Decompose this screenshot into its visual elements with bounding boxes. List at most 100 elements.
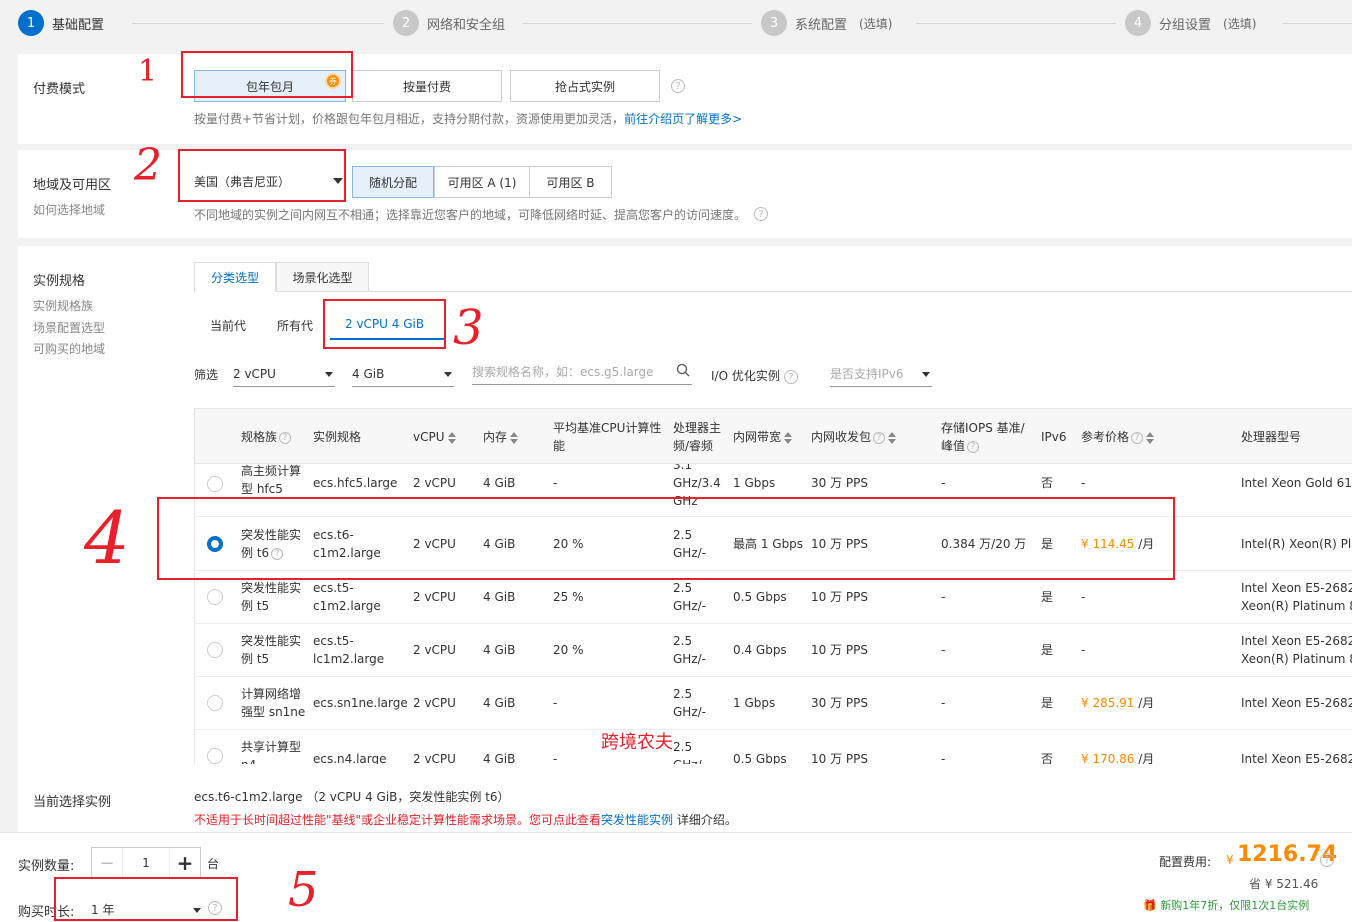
sort-icon[interactable] [784,431,793,444]
table-row[interactable]: 突发性能实例 t5 ecs.t5-lc1m2.large 2 vCPU 4 Gi… [195,624,1352,677]
table-row[interactable]: 突发性能实例 t6? ecs.t6-c1m2.large 2 vCPU 4 Gi… [195,518,1352,571]
billing-option-payg[interactable]: 按量付费 [352,70,502,102]
row-radio[interactable] [207,589,223,605]
ipv6-select[interactable]: 是否支持IPv6 [830,361,932,387]
spec-link-regions[interactable]: 可购买的地域 [33,340,105,357]
step-divider [916,23,1116,24]
tab-category[interactable]: 分类选型 [194,262,276,292]
help-icon[interactable]: ? [967,440,980,453]
duration-select[interactable]: 1 年 [91,897,203,922]
tab-scenario[interactable]: 场景化选型 [276,262,369,292]
quantity-stepper[interactable]: − 1 + [91,847,201,879]
step-system[interactable]: 3 系统配置 (选填) [761,10,892,36]
cell-price: ¥ 170.86 /月 [1081,750,1154,764]
cell-price: ¥ 285.91 /月 [1081,694,1154,712]
warning-link[interactable]: 突发性能实例 [601,813,673,827]
cell-family: 突发性能实例 t5 [241,581,302,613]
cpu-line: Xeon(R) Platinum 826 [1241,599,1352,613]
help-icon[interactable]: ? [1320,853,1334,867]
region-value: 美国（弗吉尼亚） [194,174,291,189]
step-divider [1282,23,1352,24]
chevron-down-icon [333,178,343,184]
minus-icon[interactable]: − [92,853,122,874]
cell-baseline: 20 % [553,643,584,657]
billing-option-subscription[interactable]: 包年包月 [194,70,346,102]
option-label: 按量付费 [402,79,451,94]
save-amount: 省 ¥ 521.46 [1249,877,1319,891]
subtab-current-gen[interactable]: 当前代 [210,317,246,334]
spec-search-input[interactable]: 搜索规格名称，如：ecs.g5.large [472,359,692,385]
cell-iops: - [941,696,946,710]
table-row[interactable]: 突发性能实例 t5 ecs.t5-c1m2.large 2 vCPU 4 GiB… [195,571,1352,624]
help-icon[interactable]: ? [208,901,222,915]
region-help-link[interactable]: 如何选择地域 [33,201,105,218]
help-icon[interactable]: ? [754,207,768,221]
warning-text: 不适用于长时间超过性能"基线"或企业稳定计算性能需求场景。您可点此查看 [194,813,602,827]
step-network[interactable]: 2 网络和安全组 [393,10,505,36]
row-radio[interactable] [207,695,223,711]
filter-value: 2 vCPU [233,366,276,381]
help-icon[interactable]: ? [271,547,284,560]
cell-mem: 4 GiB [483,643,516,657]
cell-bw: 1 Gbps [733,696,776,710]
filter-mem-select[interactable]: 4 GiB [352,361,454,387]
table-row[interactable]: 共享计算型 n4 ecs.n4.large 2 vCPU 4 GiB - 2.5… [195,730,1352,764]
sort-icon[interactable] [510,431,519,444]
zone-option-random[interactable]: 随机分配 [352,166,434,198]
header-text: 存储IOPS 基准/峰值 [941,421,1025,453]
header-bw[interactable]: 内网带宽 [733,428,793,446]
header-mem[interactable]: 内存 [483,428,519,446]
promo-label: 新购1年7折，仅限1次1台实例 [1160,899,1310,912]
row-radio[interactable] [207,642,223,658]
region-select[interactable]: 美国（弗吉尼亚） [182,166,347,196]
billing-option-spot[interactable]: 抢占式实例 [510,70,660,102]
sort-icon[interactable] [1146,431,1155,444]
zone-option-b[interactable]: 可用区 B [529,166,612,198]
zone-option-a[interactable]: 可用区 A (1) [434,166,530,198]
header-pps[interactable]: 内网收发包? [811,428,897,446]
subtab-2vcpu-4gib[interactable]: 2 vCPU 4 GiB [345,317,424,331]
order-bar: 实例数量: − 1 + 台 购买时长: 1 年 ? 配置费用: ¥ 1216.7… [0,832,1352,922]
sort-icon[interactable] [447,431,456,444]
filter-vcpu-select[interactable]: 2 vCPU [233,361,335,387]
cell-vcpu: 2 vCPU [413,476,456,490]
header-price[interactable]: 参考价格? [1081,428,1155,446]
price-unit: /月 [1138,696,1155,710]
help-icon[interactable]: ? [1131,431,1144,444]
search-icon[interactable] [676,363,690,377]
cell-pps: 10 万 PPS [811,537,868,551]
step-optional: (选填) [1223,16,1257,31]
header-vcpu[interactable]: vCPU [413,428,456,446]
cell-vcpu: 2 vCPU [413,537,456,551]
help-icon[interactable]: ? [279,431,292,444]
row-radio[interactable] [207,748,223,764]
step-basic[interactable]: 1 基础配置 [18,10,104,36]
sort-icon[interactable] [888,431,897,444]
cell-bw: 0.4 Gbps [733,643,787,657]
cell-clock: 2.5 GHz/- [673,740,706,764]
promo-badge-icon: 券 [325,73,341,89]
table-row[interactable]: 计算网络增强型 sn1ne ecs.sn1ne.large 2 vCPU 4 G… [195,677,1352,730]
subtab-all-gen[interactable]: 所有代 [277,317,313,334]
spec-link-scenario[interactable]: 场景配置选型 [33,319,105,336]
billing-learn-more-link[interactable]: 前往介绍页了解更多> [624,112,742,126]
help-icon[interactable]: ? [784,370,798,384]
cell-cpu: Intel Xeon Gold 6149 [1241,476,1352,490]
row-radio[interactable] [207,536,223,552]
table-row[interactable]: 高主频计算型 hfc5 ecs.hfc5.large 2 vCPU 4 GiB … [195,464,1352,517]
help-icon[interactable]: ? [873,431,886,444]
spec-link-family[interactable]: 实例规格族 [33,297,93,314]
row-radio[interactable] [207,476,223,492]
promo-text: 🎁 新购1年7折，仅限1次1台实例 [1143,897,1309,913]
cell-bw: 0.5 Gbps [733,590,787,604]
quantity-value[interactable]: 1 [122,848,170,878]
step-group[interactable]: 4 分组设置 (选填) [1125,10,1256,36]
region-section: 地域及可用区 如何选择地域 美国（弗吉尼亚） 随机分配 可用区 A (1) 可用… [18,150,1352,238]
cell-ipv6: 是 [1041,590,1054,604]
help-icon[interactable]: ? [671,79,685,93]
header-text: 规格族 [241,430,278,444]
plus-icon[interactable]: + [170,851,200,875]
filter-value: 4 GiB [352,366,385,381]
cell-mem: 4 GiB [483,476,516,490]
region-title: 地域及可用区 [33,178,112,193]
